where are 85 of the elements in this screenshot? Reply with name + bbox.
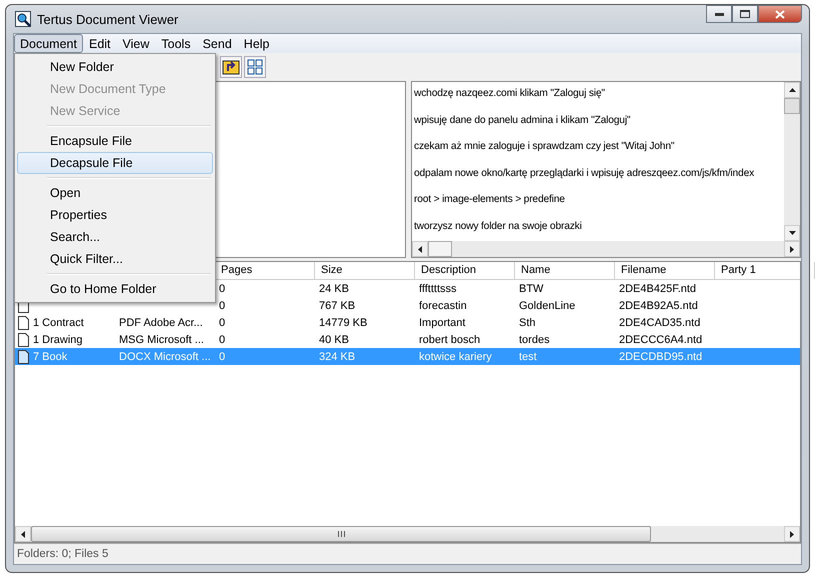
menu-item[interactable]: Quick Filter...: [17, 248, 213, 270]
table-cell: DOCX Microsoft ...: [119, 350, 211, 362]
grid-view-icon[interactable]: [244, 56, 266, 78]
table-cell: fffttttsss: [419, 282, 456, 294]
table-cell: MSG Microsoft ...: [119, 334, 204, 346]
horizontal-scrollbar[interactable]: [412, 241, 800, 257]
note-line: wpisuję dane do panelu admina i klikam "Zaloguj": [413, 114, 632, 128]
table-cell: 14779 KB: [319, 316, 368, 328]
table-cell: 2DE4CAD35.ntd: [619, 316, 700, 328]
horizontal-scrollbar[interactable]: [15, 526, 800, 542]
maximize-icon: [740, 10, 750, 18]
table-cell: 7 Book: [33, 350, 68, 362]
menu-item[interactable]: Properties: [17, 204, 213, 226]
scroll-thumb[interactable]: [428, 241, 452, 257]
table-cell: 767 KB: [319, 300, 356, 312]
menu-item[interactable]: Open: [17, 182, 213, 204]
column-header[interactable]: Description: [415, 262, 515, 279]
column-header[interactable]: Name: [515, 262, 615, 279]
minimize-button[interactable]: [706, 5, 732, 23]
table-cell: PDF Adobe Acr...: [119, 316, 203, 328]
table-cell: 1 Drawing: [33, 334, 83, 346]
column-header[interactable]: Party 1: [715, 262, 815, 279]
file-row[interactable]: 1 Drawing MSG Microsoft ... 0 40 KB robert bosch tordes 2DECCC6A4.ntd: [15, 331, 800, 348]
table-cell: forecastin: [419, 300, 467, 312]
table-cell: 324 KB: [319, 350, 356, 362]
table-cell: 0: [219, 350, 226, 362]
table-cell: Important: [419, 316, 466, 328]
table-cell: 2DE4B92A5.ntd: [619, 300, 698, 312]
table-cell: 0: [219, 334, 226, 346]
table-cell: 0: [219, 300, 226, 312]
maximize-button[interactable]: [732, 5, 758, 23]
close-button[interactable]: [758, 5, 802, 23]
menu-bar-item[interactable]: Send: [196, 34, 238, 53]
table-cell: 2DE4B425F.ntd: [619, 282, 696, 294]
menu-item[interactable]: Go to Home Folder: [17, 278, 213, 300]
menu-bar-item[interactable]: Help: [238, 34, 276, 53]
table-cell: Sth: [519, 316, 536, 328]
table-cell: robert bosch: [419, 334, 480, 346]
right-arrow-icon: [790, 246, 794, 252]
scroll-thumb[interactable]: [784, 98, 800, 114]
table-cell: test: [519, 350, 537, 362]
column-header[interactable]: Filename: [615, 262, 715, 279]
menu-bar-item[interactable]: View: [116, 34, 156, 53]
table-cell: 40 KB: [319, 334, 349, 346]
table-cell: 2DECDBD95.ntd: [619, 350, 702, 362]
menu-bar-item[interactable]: Edit: [82, 34, 117, 53]
table-cell: 0: [219, 282, 226, 294]
left-arrow-icon: [21, 530, 25, 538]
menu-item[interactable]: New Folder: [17, 56, 213, 78]
menu-bar-item[interactable]: Tools: [155, 34, 197, 53]
note-line: root > image-elements > predefine: [413, 193, 566, 207]
table-cell: 24 KB: [319, 282, 349, 294]
menu-bar-item[interactable]: Document: [14, 34, 83, 53]
column-header[interactable]: Size: [315, 262, 415, 279]
close-icon: [775, 10, 785, 18]
note-line: czekam aż mnie zaloguje i sprawdzam czy jest "Witaj John": [413, 140, 676, 154]
window-title: Tertus Document Viewer: [37, 12, 178, 26]
left-arrow-icon: [418, 246, 422, 252]
minimize-icon: [714, 12, 724, 16]
grip-icon: [338, 531, 344, 537]
right-arrow-icon: [790, 530, 794, 538]
table-cell: kotwice kariery: [419, 350, 492, 362]
document-icon: [18, 332, 29, 346]
status-text: Folders: 0; Files 5: [17, 548, 108, 560]
menu-item[interactable]: Search...: [17, 226, 213, 248]
magnifier-icon: [15, 11, 31, 27]
note-line: tworzysz nowy folder na swoje obrazki: [413, 220, 583, 234]
vertical-scrollbar[interactable]: [784, 82, 800, 241]
down-arrow-icon: [788, 231, 796, 235]
menu-item[interactable]: Decapsule File: [17, 152, 213, 174]
file-row[interactable]: 1 Contract PDF Adobe Acr... 0 14779 KB Important Sth 2DE4CAD35.ntd: [15, 314, 800, 331]
up-arrow-icon: [788, 88, 796, 92]
table-cell: BTW: [519, 282, 544, 294]
table-cell: GoldenLine: [519, 300, 576, 312]
note-line: wchodzę nazqeez.comi klikam "Zaloguj się": [413, 87, 606, 101]
table-cell: 0: [219, 316, 226, 328]
table-cell: tordes: [519, 334, 550, 346]
menu-item[interactable]: Encapsule File: [17, 130, 213, 152]
table-cell: 1 Contract: [33, 316, 84, 328]
scroll-thumb[interactable]: [31, 526, 651, 542]
note-line: odpalam nowe okno/kartę przeglądarki i wpisuję adreszqeez.com/js/kfm/index: [413, 166, 756, 180]
document-icon: [18, 316, 29, 330]
table-cell: 2DECCC6A4.ntd: [619, 334, 702, 346]
document-icon: [18, 350, 29, 364]
folder-up-icon[interactable]: [220, 56, 242, 78]
